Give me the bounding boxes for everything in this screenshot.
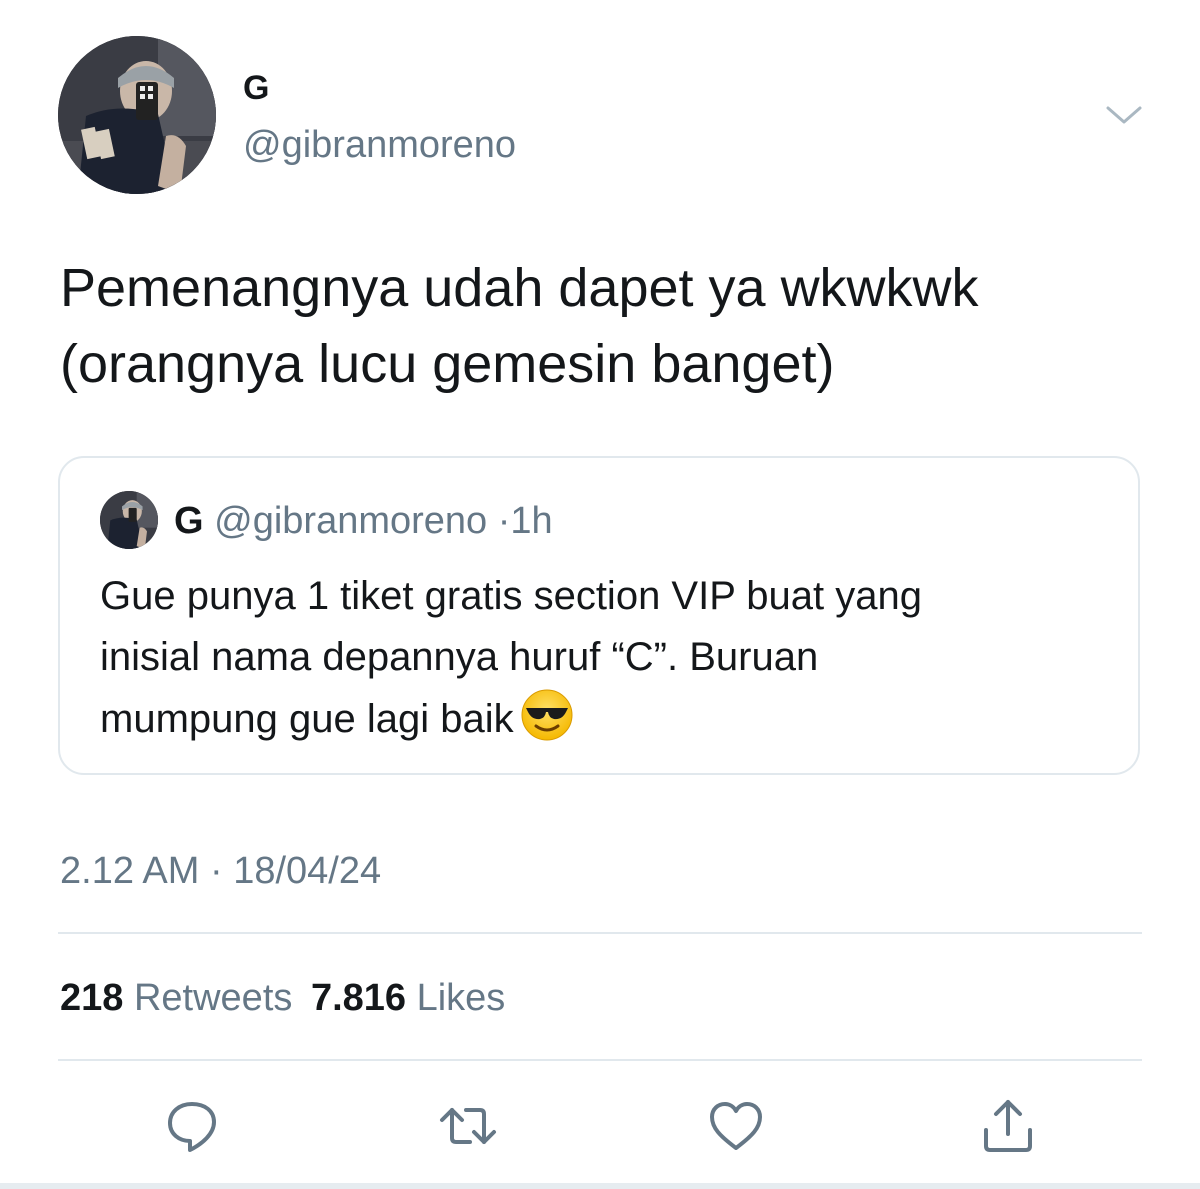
quoted-tweet-card[interactable]: G @gibranmoreno ·1h Gue punya 1 tiket gr…	[58, 456, 1140, 775]
timestamp-separator: ·	[209, 850, 223, 892]
author-handle[interactable]: @gibranmoreno	[243, 122, 516, 168]
like-button[interactable]	[706, 1096, 766, 1156]
quoted-separator: ·	[497, 500, 511, 542]
retweets-stat[interactable]: 218 Retweets	[60, 977, 292, 1019]
likes-count: 7.816	[310, 977, 407, 1019]
tweet-timestamp[interactable]: 2.12 AM · 18/04/24	[60, 848, 381, 894]
more-options-button[interactable]	[1104, 100, 1144, 130]
quoted-text-line: Gue punya 1 tiket gratis section VIP bua…	[100, 574, 922, 618]
tweet-date: 18/04/24	[233, 850, 382, 892]
retweet-icon	[440, 1108, 496, 1144]
quoted-author-handle: @gibranmoreno	[214, 500, 488, 542]
likes-label: Likes	[416, 977, 506, 1019]
quoted-tweet-header: G @gibranmoreno ·1h	[174, 498, 553, 544]
tweet-text-line: (orangnya lucu gemesin banget)	[60, 334, 835, 394]
retweets-label: Retweets	[133, 977, 293, 1019]
heart-icon	[710, 1102, 762, 1150]
tweet-detail: G @gibranmoreno Pemenangnya udah dapet y…	[0, 0, 1200, 1189]
divider	[58, 932, 1142, 934]
share-button[interactable]	[978, 1096, 1038, 1156]
author-name[interactable]: G	[243, 68, 269, 108]
reply-button[interactable]	[162, 1096, 222, 1156]
bottom-divider	[0, 1183, 1200, 1189]
quoted-tweet-text: Gue punya 1 tiket gratis section VIP bua…	[100, 566, 1100, 750]
quoted-author-avatar	[100, 491, 158, 549]
quoted-text-line: inisial nama depannya huruf “C”. Buruan	[100, 635, 819, 679]
reply-icon	[168, 1102, 216, 1152]
divider	[58, 1059, 1142, 1061]
author-avatar[interactable]	[58, 36, 216, 194]
likes-stat[interactable]: 7.816 Likes	[311, 977, 505, 1019]
quoted-text-line-last: mumpung gue lagi baik	[100, 688, 1100, 750]
share-icon	[984, 1100, 1032, 1152]
avatar-photo-icon	[58, 36, 216, 194]
tweet-time: 2.12 AM	[60, 850, 200, 892]
sunglasses-emoji-icon	[520, 688, 574, 742]
quoted-author-name: G	[174, 500, 204, 542]
chevron-down-icon	[1106, 106, 1142, 124]
tweet-text: Pemenangnya udah dapet ya wkwkwk (orangn…	[60, 250, 1160, 402]
avatar-photo-icon	[100, 491, 158, 549]
retweet-button[interactable]	[438, 1096, 498, 1156]
tweet-text-line: Pemenangnya udah dapet ya wkwkwk	[60, 258, 979, 318]
quoted-text-line: mumpung gue lagi baik	[100, 697, 514, 741]
retweets-count: 218	[60, 977, 124, 1019]
tweet-stats: 218 Retweets 7.816 Likes	[60, 975, 513, 1021]
quoted-tweet-time: 1h	[510, 500, 553, 542]
